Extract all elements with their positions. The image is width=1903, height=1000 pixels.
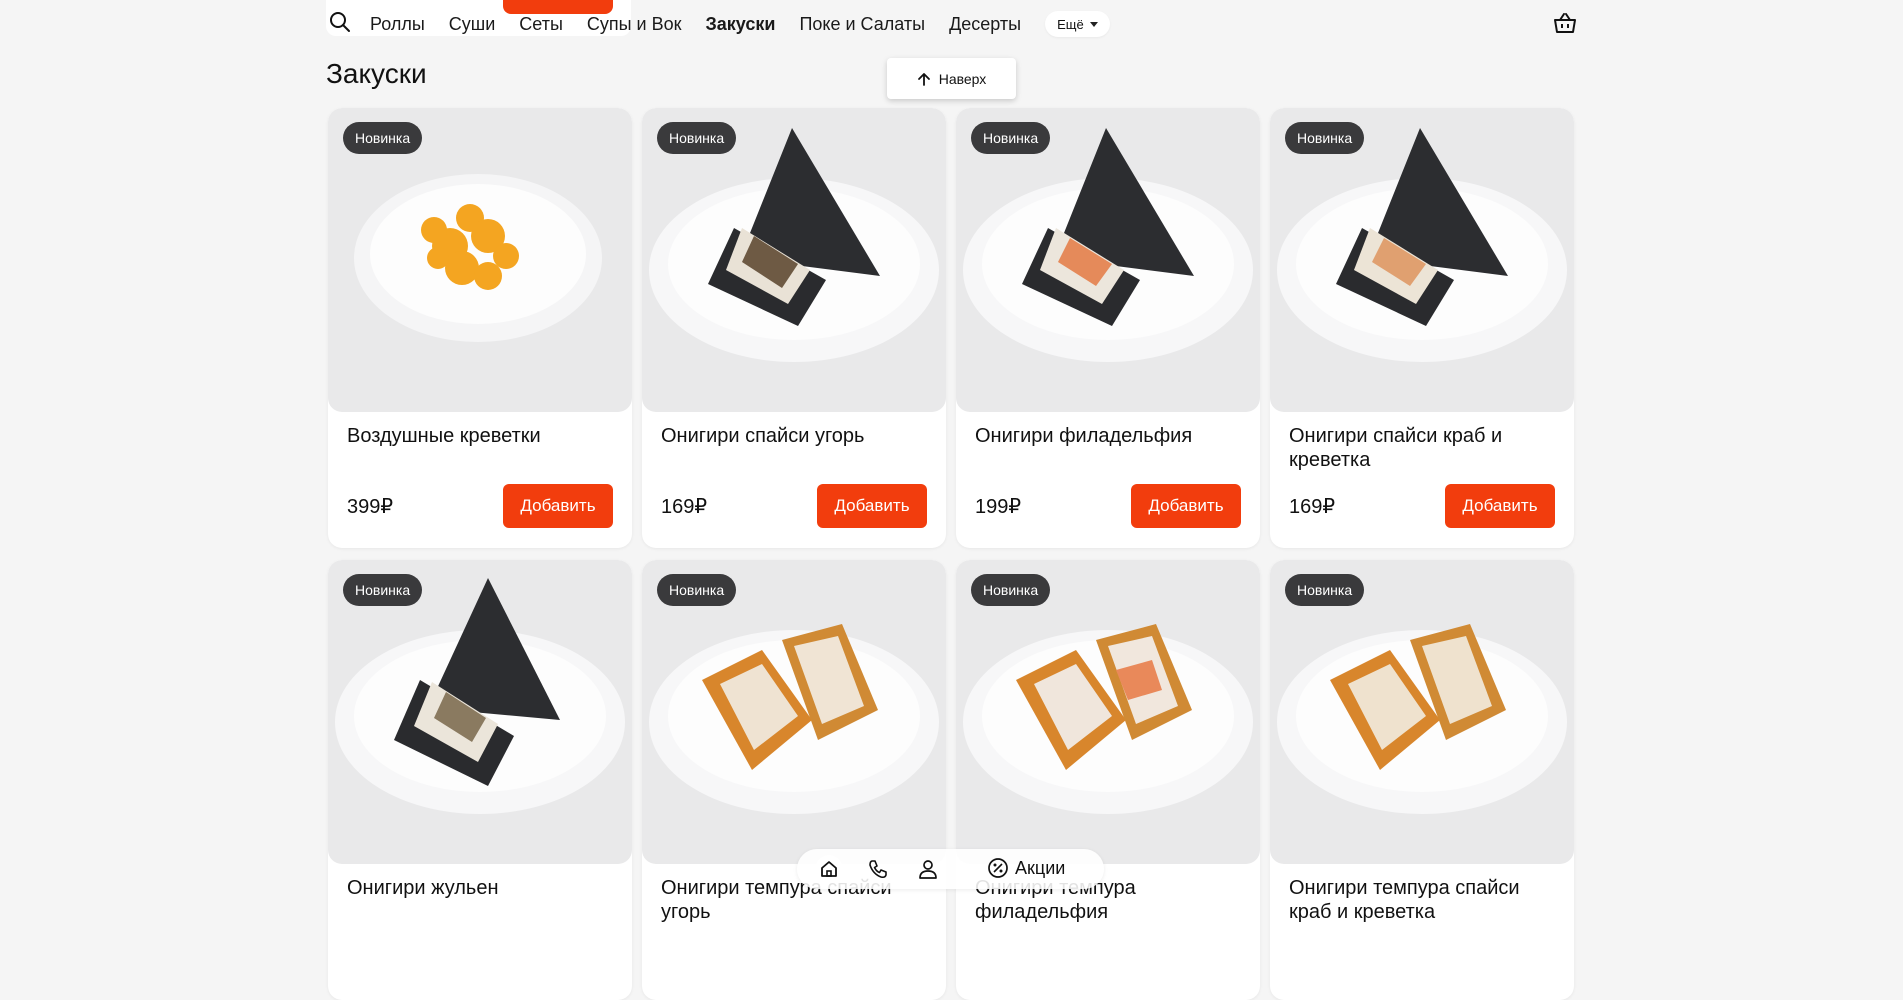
home-icon	[821, 861, 837, 877]
product-price: 199₽	[975, 496, 1022, 518]
new-badge: Новинка	[343, 122, 423, 154]
scroll-to-top-button[interactable]: Наверх	[887, 58, 1016, 99]
new-badge: Новинка	[971, 574, 1051, 606]
product-card[interactable]: Новинка Онигири темпура спайси угорь	[642, 560, 946, 1000]
nav-item-snacks[interactable]: Закуски	[706, 11, 776, 37]
product-image: Новинка	[642, 560, 946, 864]
product-name: Онигири темпура спайси краб и креветка	[1289, 877, 1520, 923]
nav-item-poke-salads[interactable]: Поке и Салаты	[799, 11, 925, 37]
new-badge: Новинка	[971, 122, 1051, 154]
add-to-cart-button[interactable]: Добавить	[1445, 484, 1555, 528]
bottom-bar: Акции	[797, 849, 1104, 889]
product-name: Онигири жульен	[347, 877, 499, 899]
category-nav: Роллы Суши Сеты Супы и Вок Закуски Поке …	[370, 11, 1110, 37]
search-icon[interactable]	[328, 10, 352, 34]
phone-icon[interactable]	[867, 858, 889, 880]
more-dropdown[interactable]: Ещё	[1045, 11, 1110, 37]
product-price: 169₽	[661, 496, 708, 518]
product-image: Новинка	[328, 560, 632, 864]
product-card[interactable]: Новинка Воздушные креветки 399₽ Добавить	[328, 108, 632, 548]
home-button[interactable]	[815, 855, 843, 883]
arrow-up-icon	[917, 72, 930, 86]
product-card[interactable]: Новинка Онигири спайси угорь 169₽ Добави…	[642, 108, 946, 548]
promo-label: Акции	[1015, 857, 1066, 878]
section-title: Закуски	[326, 58, 427, 89]
more-label: Ещё	[1057, 16, 1084, 32]
new-badge: Новинка	[657, 122, 737, 154]
nav-item-sets[interactable]: Сеты	[519, 11, 563, 37]
basket-icon[interactable]	[1552, 10, 1578, 36]
product-image: Новинка	[956, 108, 1260, 412]
nav-item-rolls[interactable]: Роллы	[370, 11, 425, 37]
add-to-cart-button[interactable]: Добавить	[503, 484, 613, 528]
new-badge: Новинка	[343, 574, 423, 606]
product-image: Новинка	[642, 108, 946, 412]
caret-down-icon	[1089, 21, 1098, 27]
product-name: Онигири спайси краб и креветка	[1289, 425, 1503, 471]
add-to-cart-button[interactable]: Добавить	[1131, 484, 1241, 528]
nav-item-soups-wok[interactable]: Супы и Вок	[587, 11, 682, 37]
new-badge: Новинка	[1285, 574, 1365, 606]
promo-button[interactable]: Акции	[987, 857, 1065, 879]
scroll-to-top-label: Наверх	[938, 70, 987, 87]
nav-item-desserts[interactable]: Десерты	[949, 11, 1021, 37]
product-price: 169₽	[1289, 496, 1336, 518]
product-price: 399₽	[347, 496, 394, 518]
product-card[interactable]: Новинка Онигири темпура спайси краб и кр…	[1270, 560, 1574, 1000]
product-image: Новинка	[1270, 108, 1574, 412]
product-card[interactable]: Новинка Онигири филадельфия 199₽ Добавит…	[956, 108, 1260, 548]
new-badge: Новинка	[657, 574, 737, 606]
new-badge: Новинка	[1285, 122, 1365, 154]
add-to-cart-button[interactable]: Добавить	[817, 484, 927, 528]
product-image: Новинка	[328, 108, 632, 412]
product-card[interactable]: Новинка Онигири темпура филадельфия	[956, 560, 1260, 1000]
percent-badge-icon	[988, 858, 1008, 878]
top-nav: Роллы Суши Сеты Супы и Вок Закуски Поке …	[326, 0, 1576, 48]
product-name: Онигири филадельфия	[975, 425, 1193, 447]
product-image: Новинка	[1270, 560, 1574, 864]
product-name: Онигири спайси угорь	[661, 425, 865, 447]
product-image: Новинка	[956, 560, 1260, 864]
nav-item-sushi[interactable]: Суши	[449, 11, 496, 37]
product-card[interactable]: Новинка Онигири жульен	[328, 560, 632, 1000]
product-name: Воздушные креветки	[347, 425, 541, 447]
product-card[interactable]: Новинка Онигири спайси краб и креветка 1…	[1270, 108, 1574, 548]
user-icon[interactable]	[917, 858, 939, 880]
